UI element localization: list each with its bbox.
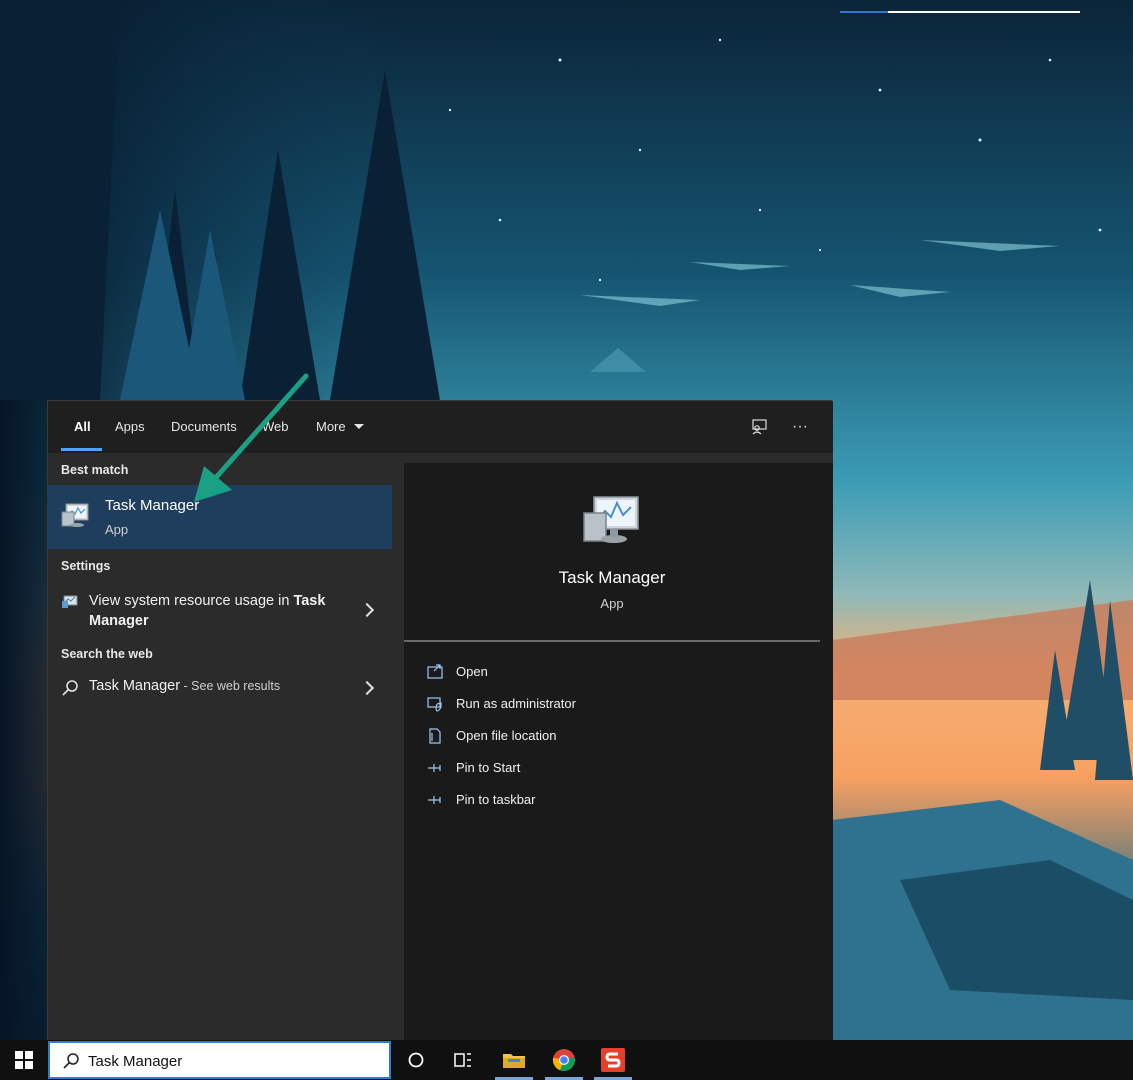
- tab-documents[interactable]: Documents: [171, 419, 237, 434]
- file-location-icon: [429, 728, 441, 744]
- settings-header: Settings: [61, 559, 111, 573]
- search-flyout: All Apps Documents Web More ··· Best mat…: [47, 400, 833, 1041]
- chrome-button[interactable]: [541, 1040, 587, 1080]
- more-options-icon[interactable]: ···: [788, 415, 812, 439]
- open-window-icon: [427, 664, 443, 679]
- pin-icon: [428, 764, 441, 772]
- action-open[interactable]: Open: [426, 661, 806, 685]
- pin-icon: [428, 796, 441, 804]
- search-icon: [62, 680, 78, 696]
- shield-admin-icon: [427, 697, 442, 712]
- cortana-icon: [408, 1052, 424, 1068]
- action-label: Run as administrator: [456, 696, 576, 711]
- tab-web[interactable]: Web: [262, 419, 289, 434]
- s-app-button[interactable]: [590, 1040, 636, 1080]
- chevron-right-icon[interactable]: [359, 602, 375, 618]
- task-view-button[interactable]: [440, 1040, 486, 1080]
- cortana-button[interactable]: [393, 1040, 439, 1080]
- search-value: Task Manager: [88, 1053, 183, 1070]
- chevron-down-icon: [354, 424, 364, 429]
- action-label: Open file location: [456, 728, 557, 743]
- preview-pane: Task Manager App Open Run as administrat…: [392, 453, 833, 1041]
- tab-all[interactable]: All: [74, 419, 91, 434]
- web-result-text: Task Manager - See web results: [89, 678, 281, 694]
- tab-more[interactable]: More: [316, 419, 346, 434]
- best-match-header: Best match: [61, 463, 129, 477]
- system-monitor-icon: [62, 595, 78, 608]
- tab-bar: All Apps Documents Web More ···: [48, 401, 833, 453]
- chevron-right-icon[interactable]: [359, 680, 375, 696]
- web-result-item[interactable]: Task Manager - See web results: [48, 673, 392, 703]
- results-pane: Best match Task Manager App Settings Vie…: [48, 453, 392, 1041]
- preview-divider: [404, 640, 820, 642]
- best-match-subtitle: App: [105, 522, 129, 537]
- task-view-icon: [454, 1053, 471, 1067]
- action-pin-to-taskbar[interactable]: Pin to taskbar: [426, 789, 806, 813]
- file-explorer-button[interactable]: [491, 1040, 537, 1080]
- preview-card: Task Manager App Open Run as administrat…: [404, 463, 833, 1041]
- taskbar-search-input[interactable]: Task Manager: [48, 1041, 391, 1079]
- preview-title: Task Manager: [558, 568, 666, 587]
- feedback-icon[interactable]: [747, 415, 771, 439]
- action-label: Open: [456, 664, 488, 679]
- windows-logo-icon: [15, 1051, 33, 1069]
- taskbar: Task Manager: [0, 1040, 1133, 1080]
- best-match-item[interactable]: Task Manager App: [48, 485, 392, 549]
- action-open-file-location[interactable]: Open file location: [426, 725, 806, 749]
- tab-apps[interactable]: Apps: [115, 419, 145, 434]
- setting-result-item[interactable]: View system resource usage in Task Manag…: [48, 585, 392, 635]
- setting-result-text: View system resource usage in Task Manag…: [89, 593, 326, 629]
- active-tab-indicator: [61, 448, 102, 451]
- preview-subtitle: App: [600, 596, 624, 611]
- best-match-title: Task Manager: [105, 497, 200, 514]
- search-web-header: Search the web: [61, 647, 153, 661]
- search-icon: [63, 1053, 79, 1069]
- file-explorer-icon: [503, 1054, 525, 1068]
- action-run-as-admin[interactable]: Run as administrator: [426, 693, 806, 717]
- action-label: Pin to Start: [456, 760, 521, 775]
- top-edge-strip: [840, 0, 1080, 13]
- chrome-icon: [552, 1049, 575, 1072]
- start-button[interactable]: [0, 1040, 48, 1080]
- action-label: Pin to taskbar: [456, 792, 536, 807]
- action-pin-to-start[interactable]: Pin to Start: [426, 757, 806, 781]
- task-manager-icon: [583, 496, 639, 543]
- task-manager-icon: [61, 503, 89, 527]
- s-app-icon: [601, 1048, 625, 1072]
